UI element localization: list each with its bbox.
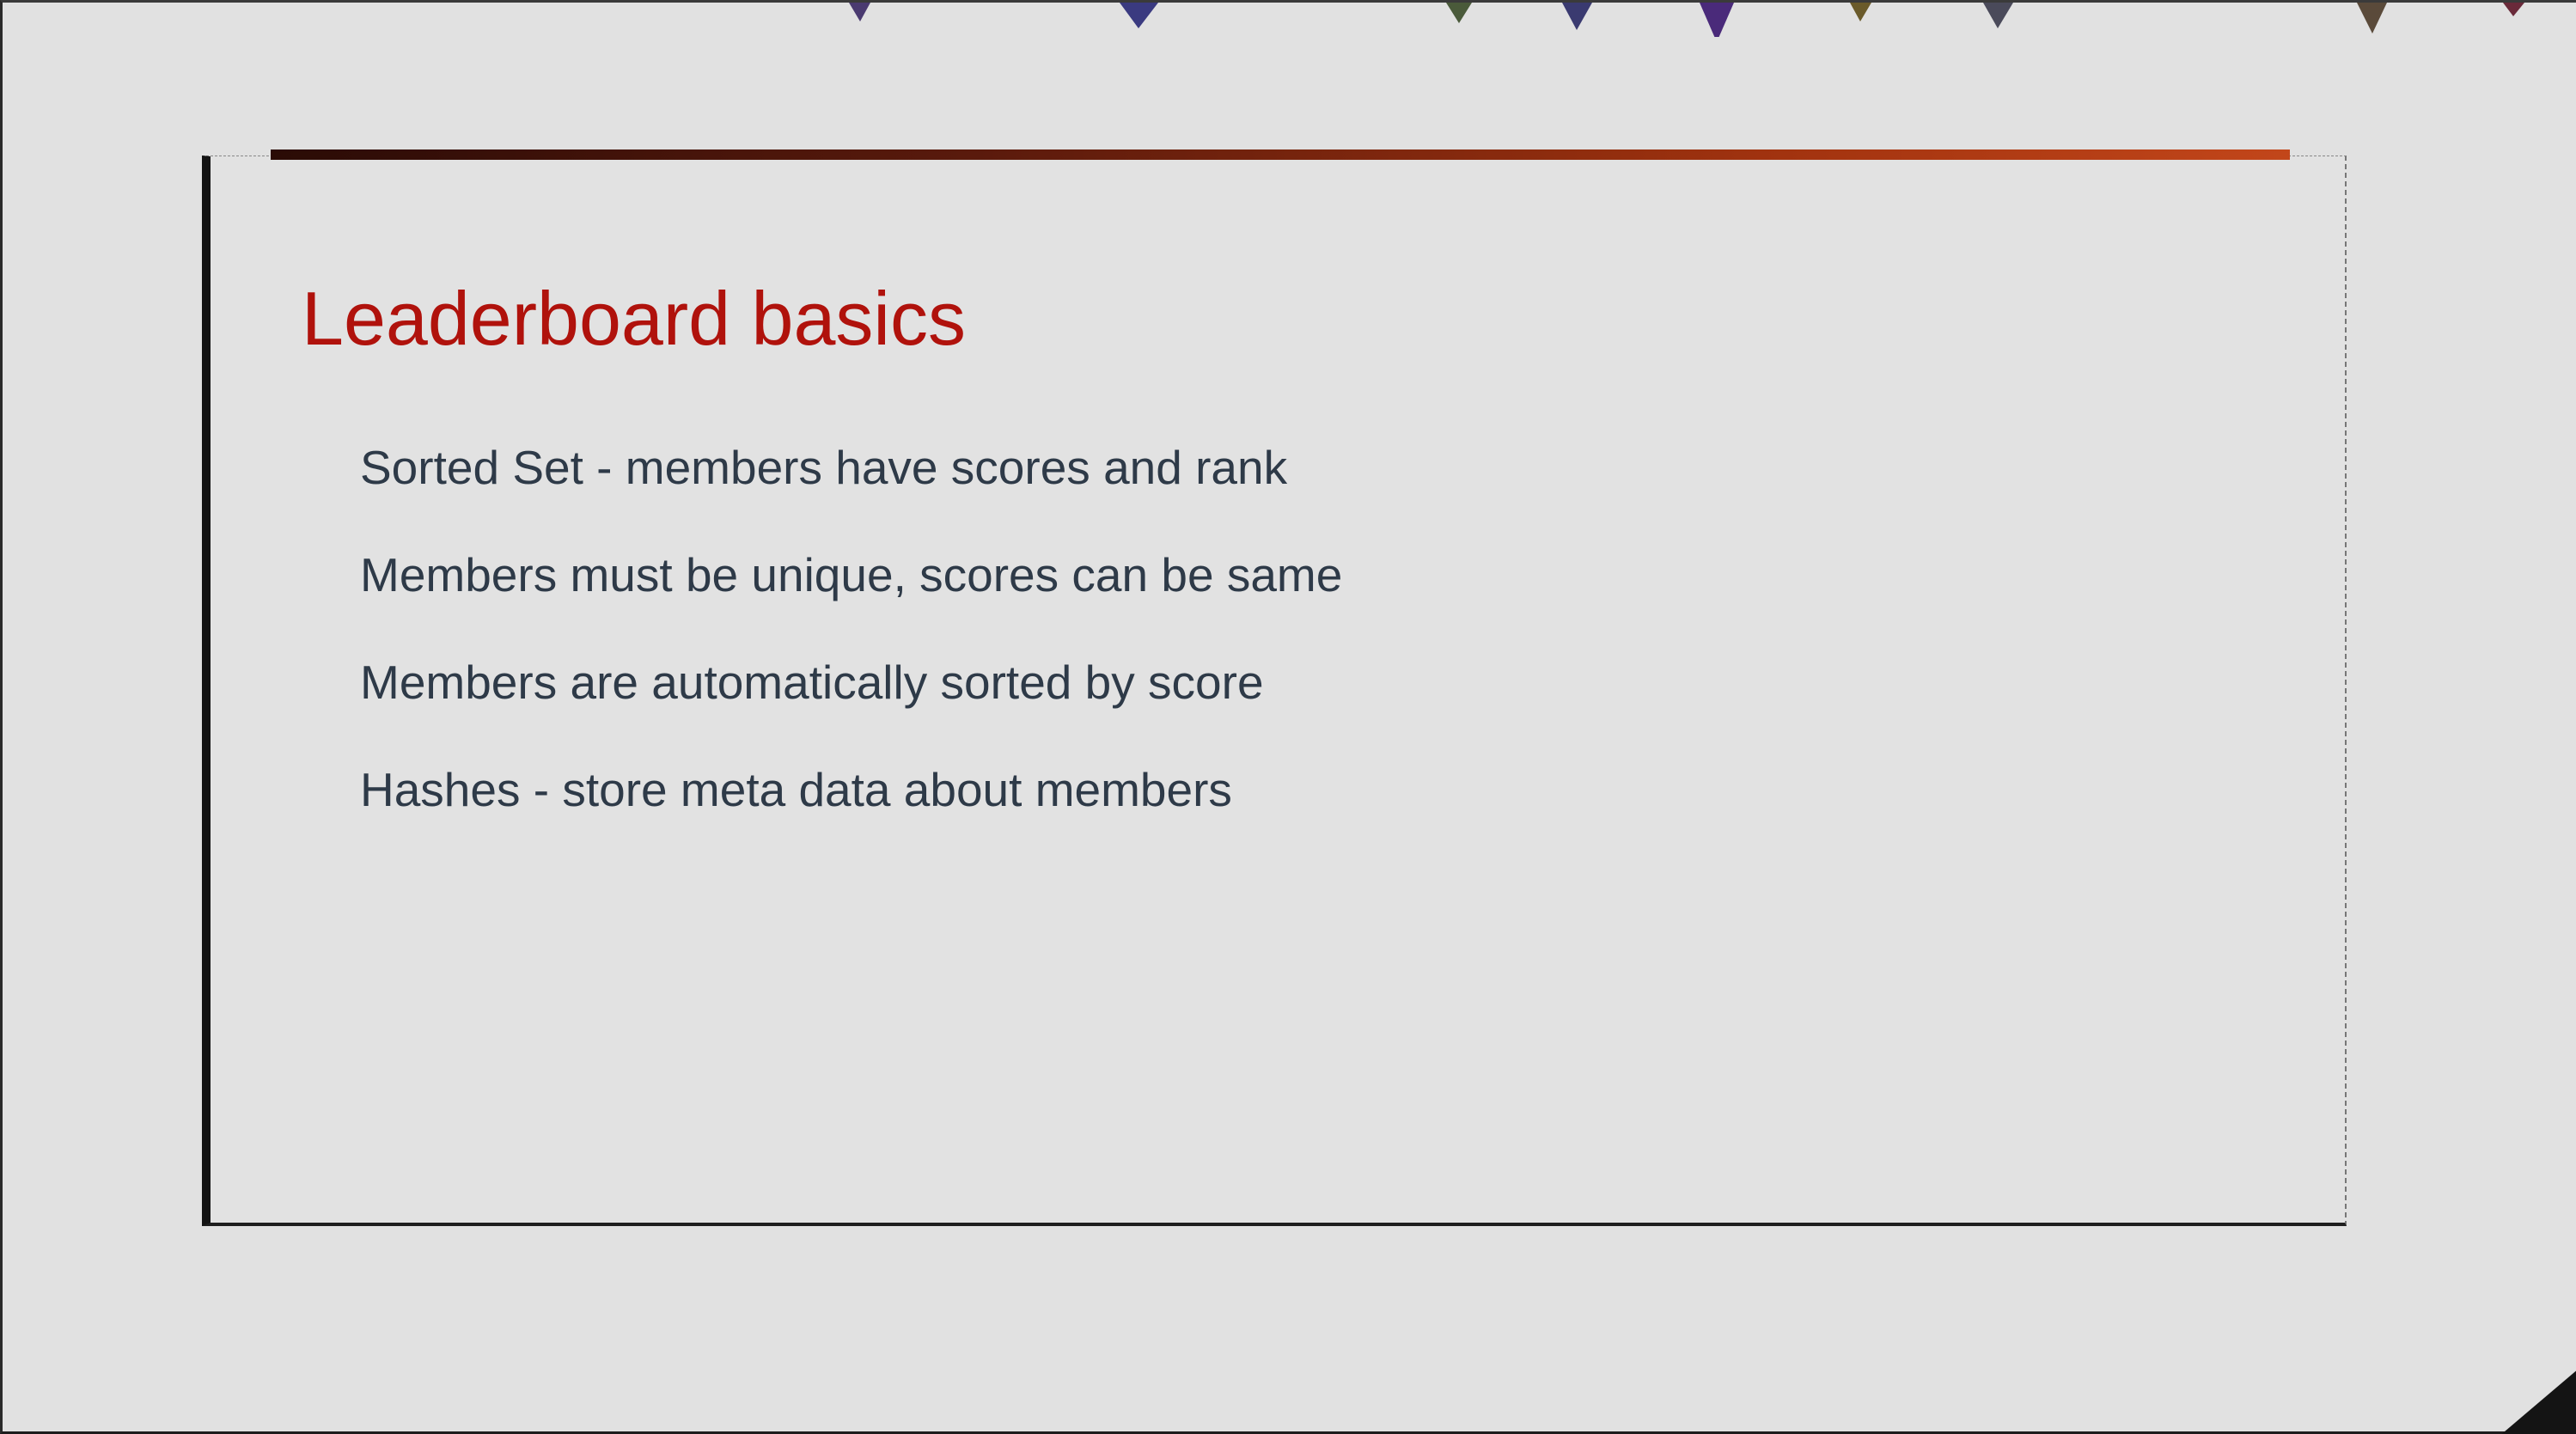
bullet-list: Sorted Set - members have scores and ran… (360, 414, 1342, 844)
bullet-item-sorted-set: Sorted Set - members have scores and ran… (360, 441, 1288, 494)
slide-accent-bar (271, 150, 2290, 160)
presentation-slide: Leaderboard basics Sorted Set - members … (202, 150, 2347, 1226)
bullet-item-unique-members: Members must be unique, scores can be sa… (360, 548, 1343, 601)
projected-screen: Leaderboard basics Sorted Set - members … (0, 0, 2576, 1434)
corner-artifact (2501, 1370, 2576, 1434)
slide-title: Leaderboard basics (302, 276, 966, 361)
top-edge-artifacts (849, 3, 2524, 37)
bullet-item-hashes: Hashes - store meta data about members (360, 763, 1232, 816)
bullet-item-auto-sorted: Members are automatically sorted by scor… (360, 656, 1264, 709)
